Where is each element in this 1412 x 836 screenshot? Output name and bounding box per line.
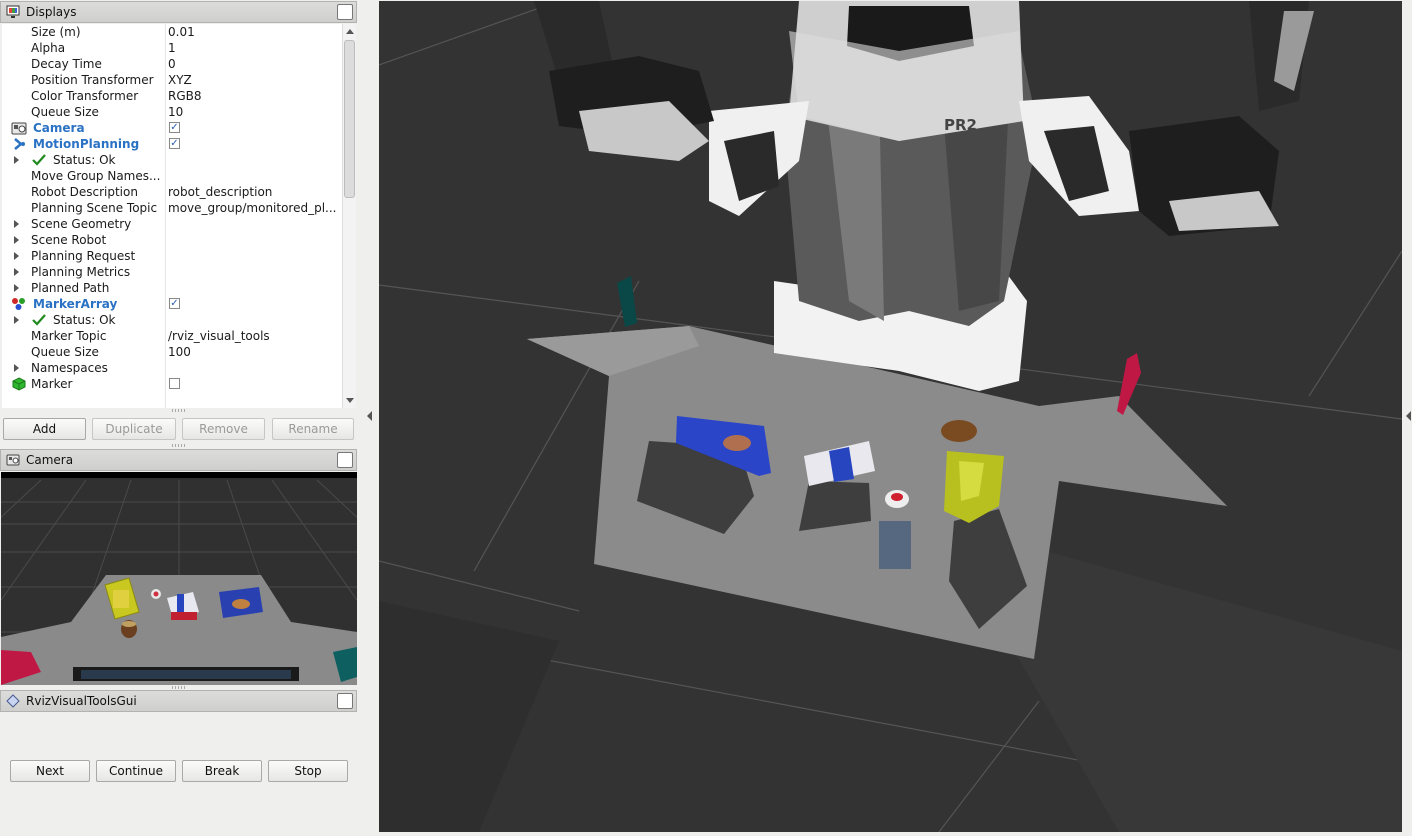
status-row[interactable]: Status: Ok (2, 312, 342, 328)
property-row[interactable]: Color Transformer RGB8 (2, 88, 342, 104)
property-group-row[interactable]: Planning Metrics (2, 264, 342, 280)
displays-titlebar: Displays (0, 1, 357, 23)
expand-arrow-icon[interactable] (14, 284, 19, 292)
splitter-grip[interactable] (172, 409, 186, 412)
property-group-row[interactable]: Scene Robot (2, 232, 342, 248)
camera-icon (11, 122, 27, 135)
break-button[interactable]: Break (182, 760, 262, 782)
robot-label: PR2 (944, 116, 977, 134)
diamond-icon (6, 694, 20, 708)
expand-arrow-icon[interactable] (14, 364, 19, 372)
displays-title: Displays (26, 5, 77, 19)
remove-button[interactable]: Remove (182, 418, 265, 440)
property-row[interactable]: Size (m) 0.01 (2, 24, 342, 40)
checkmark-icon (32, 314, 46, 326)
stop-button[interactable]: Stop (268, 760, 348, 782)
scene-render: PR2 (379, 1, 1402, 832)
display-camera[interactable]: Camera ✓ (2, 120, 342, 136)
continue-button[interactable]: Continue (96, 760, 176, 782)
scroll-down-icon[interactable] (346, 398, 354, 403)
property-row[interactable]: Queue Size 100 (2, 344, 342, 360)
expand-arrow-icon[interactable] (14, 252, 19, 260)
duplicate-button[interactable]: Duplicate (92, 418, 176, 440)
monitor-icon (6, 5, 20, 18)
marker-enabled-checkbox[interactable] (169, 378, 180, 389)
scrollbar-thumb[interactable] (344, 40, 355, 198)
camera-enabled-checkbox[interactable]: ✓ (169, 122, 180, 133)
expand-arrow-icon[interactable] (14, 268, 19, 276)
splitter-grip[interactable] (172, 444, 186, 447)
camera-view[interactable] (1, 472, 357, 685)
markerarray-enabled-checkbox[interactable]: ✓ (169, 298, 180, 309)
property-row[interactable]: Alpha 1 (2, 40, 342, 56)
camera-render (1, 472, 357, 685)
camera-titlebar: Camera (0, 449, 357, 471)
property-group-row[interactable]: Planned Path (2, 280, 342, 296)
property-row[interactable]: Decay Time 0 (2, 56, 342, 72)
property-row[interactable]: Planning Scene Topic move_group/monitore… (2, 200, 342, 216)
camera-icon (6, 454, 20, 466)
add-button[interactable]: Add (3, 418, 86, 440)
property-row[interactable]: Move Group Names... (2, 168, 342, 184)
property-group-row[interactable]: Planning Request (2, 248, 342, 264)
property-group-row[interactable]: Namespaces (2, 360, 342, 376)
camera-panel-title: Camera (26, 453, 74, 467)
displays-float-button[interactable] (337, 4, 353, 20)
collapse-right-icon[interactable] (1406, 411, 1411, 421)
rviz-tools-float-button[interactable] (337, 693, 353, 709)
collapse-left-icon[interactable] (367, 411, 372, 421)
marker-array-icon (12, 298, 25, 310)
rviz-tools-title: RvizVisualToolsGui (26, 694, 137, 708)
property-row[interactable]: Queue Size 10 (2, 104, 342, 120)
display-marker[interactable]: Marker (2, 376, 342, 392)
motionplanning-enabled-checkbox[interactable]: ✓ (169, 138, 180, 149)
property-row[interactable]: Position Transformer XYZ (2, 72, 342, 88)
display-motionplanning[interactable]: MotionPlanning ✓ (2, 136, 342, 152)
column-divider (165, 24, 166, 408)
checkmark-icon (32, 154, 46, 166)
rename-button[interactable]: Rename (272, 418, 354, 440)
display-markerarray[interactable]: MarkerArray ✓ (2, 296, 342, 312)
status-row[interactable]: Status: Ok (2, 152, 342, 168)
expand-arrow-icon[interactable] (14, 156, 19, 164)
displays-property-tree: Size (m) 0.01 Alpha 1 Decay Time 0 Posit… (2, 24, 342, 408)
scroll-up-icon[interactable] (346, 29, 354, 34)
property-group-row[interactable]: Scene Geometry (2, 216, 342, 232)
splitter-grip[interactable] (172, 686, 186, 689)
property-row[interactable]: Marker Topic /rviz_visual_tools (2, 328, 342, 344)
displays-scrollbar[interactable] (342, 24, 356, 408)
expand-arrow-icon[interactable] (14, 236, 19, 244)
motion-planning-icon (14, 138, 25, 150)
expand-arrow-icon[interactable] (14, 316, 19, 324)
expand-arrow-icon[interactable] (14, 220, 19, 228)
marker-cube-icon (12, 377, 26, 391)
camera-float-button[interactable] (337, 452, 353, 468)
render-3d-view[interactable]: PR2 (379, 1, 1402, 832)
property-row[interactable]: Robot Description robot_description (2, 184, 342, 200)
rviz-tools-titlebar: RvizVisualToolsGui (0, 690, 357, 712)
next-button[interactable]: Next (10, 760, 90, 782)
